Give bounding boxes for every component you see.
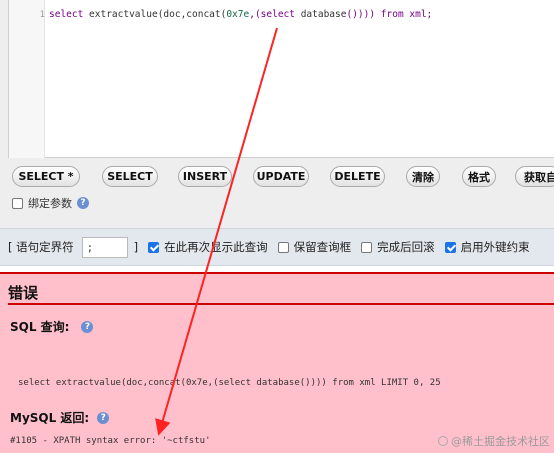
code-function: database [300, 9, 347, 20]
help-icon[interactable]: ? [77, 197, 89, 209]
checkbox-icon[interactable] [277, 241, 289, 253]
clear-button[interactable]: 清除 [406, 166, 440, 187]
update-button[interactable]: UPDATE [253, 166, 309, 187]
select-button[interactable]: SELECT [102, 166, 158, 187]
code-keyword: select [49, 9, 90, 20]
code-keyword: ,(select [249, 9, 301, 20]
error-panel: 错误 SQL 查询: ? select extractvalue(doc,con… [0, 272, 554, 453]
code-args: (doc,concat( [157, 9, 227, 20]
watermark-logo-icon [438, 436, 448, 446]
mysql-returned-heading-text: MySQL 返回: [10, 411, 90, 425]
delete-button[interactable]: DELETE [330, 166, 385, 187]
option-rollback[interactable]: 完成后回滚 [361, 239, 435, 255]
code-function: extractvalue [89, 9, 158, 20]
watermark: @稀土掘金技术社区 [438, 433, 550, 449]
error-title: 错误 [8, 284, 39, 302]
bind-params-label: 绑定参数 [28, 197, 72, 210]
help-icon[interactable]: ? [81, 320, 94, 333]
delimiter-label: [ 语句定界符 [8, 240, 74, 254]
code-tail: ()))) from xml; [346, 9, 433, 20]
checkbox-icon[interactable] [361, 241, 373, 253]
query-button-row: SELECT * SELECT INSERT UPDATE DELETE 清除 … [0, 166, 554, 190]
options-bar: [ 语句定界符 ; ] 在此再次显示此查询 保留查询框 完成后回滚 启用外键约束 [0, 228, 554, 266]
checkbox-icon[interactable] [444, 241, 456, 253]
option-foreign-keys[interactable]: 启用外键约束 [444, 239, 530, 255]
mysql-returned-heading: MySQL 返回: ? [10, 409, 110, 426]
option-label: 启用外键约束 [460, 240, 530, 254]
error-sql-text: select extractvalue(doc,concat(0x7e,(sel… [18, 378, 441, 388]
format-button[interactable]: 格式 [462, 166, 496, 187]
sql-query-heading-text: SQL 查询: [10, 320, 70, 334]
line-number: 1 [39, 10, 45, 20]
sql-code[interactable]: select extractvalue(doc,concat(0x7e,(sel… [49, 9, 432, 20]
code-hex: 0x7e [226, 9, 250, 20]
error-message: #1105 - XPATH syntax error: '~ctfstu' [10, 436, 211, 446]
get-auto-button[interactable]: 获取自 [515, 166, 554, 187]
bind-params-row: 绑定参数 ? [12, 195, 89, 211]
error-divider [8, 303, 554, 305]
insert-button[interactable]: INSERT [178, 166, 232, 187]
checkbox-icon[interactable] [148, 241, 160, 253]
option-label: 在此再次显示此查询 [164, 240, 268, 254]
watermark-text: @稀土掘金技术社区 [451, 435, 550, 448]
option-show-query[interactable]: 在此再次显示此查询 [148, 239, 268, 255]
select-star-button[interactable]: SELECT * [12, 166, 80, 187]
option-label: 完成后回滚 [377, 240, 435, 254]
delimiter-input[interactable]: ; [81, 236, 128, 258]
line-gutter: 1 [9, 0, 45, 158]
delimiter-close: ] [133, 240, 139, 254]
help-icon[interactable]: ? [97, 411, 110, 424]
bind-params-checkbox[interactable] [12, 197, 23, 209]
query-panel: 1 select extractvalue(doc,concat(0x7e,(s… [0, 0, 554, 228]
sql-query-heading: SQL 查询: ? [10, 318, 94, 335]
sql-editor[interactable]: 1 select extractvalue(doc,concat(0x7e,(s… [8, 0, 554, 158]
option-label: 保留查询框 [293, 240, 352, 254]
option-keep-box[interactable]: 保留查询框 [277, 239, 352, 255]
